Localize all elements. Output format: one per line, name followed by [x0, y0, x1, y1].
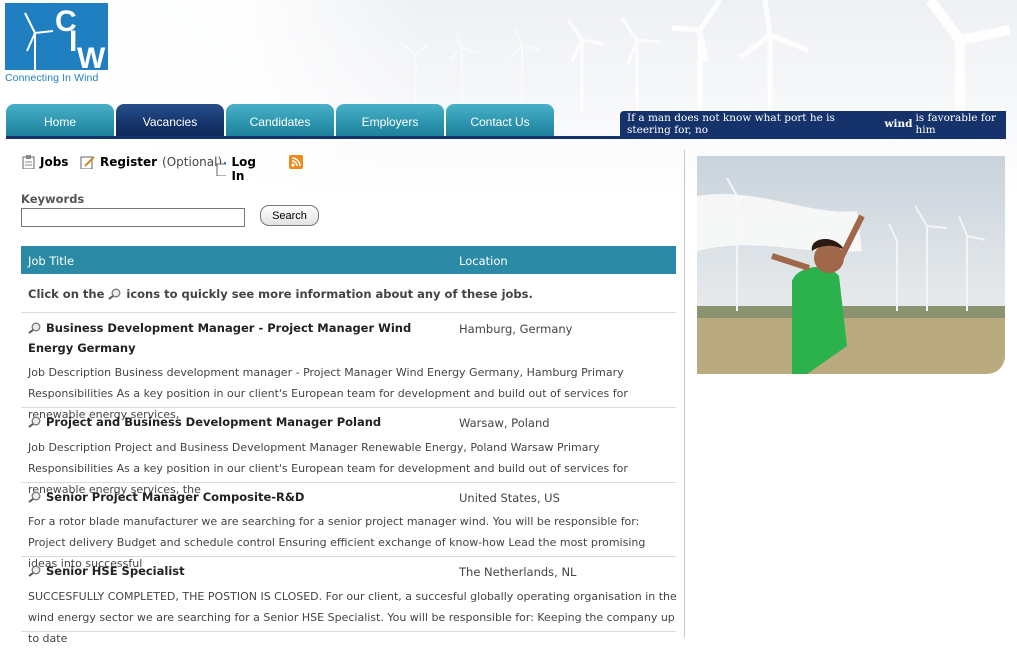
- photo-image: [697, 156, 1005, 374]
- search-button[interactable]: Search: [260, 205, 319, 226]
- job-location: Warsaw, Poland: [459, 416, 550, 430]
- register-pencil-icon: [80, 156, 95, 169]
- row-separator: [21, 312, 676, 313]
- hint-text-start: Click on the: [28, 287, 105, 301]
- quote-text-end: is favorable for him: [915, 111, 997, 136]
- rss-icon: [289, 155, 303, 169]
- keywords-input[interactable]: [21, 208, 245, 227]
- register-optional-note: (Optional): [162, 155, 223, 169]
- hint-text-end: icons to quickly see more information ab…: [126, 287, 533, 301]
- logo-tagline: Connecting In Wind: [5, 72, 99, 84]
- tab-home[interactable]: Home: [6, 104, 114, 137]
- hint-text: Click on the icons to quickly see more i…: [28, 287, 533, 301]
- magnifier-icon[interactable]: [28, 416, 42, 428]
- svg-text:W: W: [77, 42, 106, 70]
- job-title-link[interactable]: Senior HSE Specialist: [28, 561, 428, 581]
- job-title-link[interactable]: Senior Project Manager Composite-R&D: [28, 487, 428, 507]
- header-quote: If a man does not know what port he is s…: [620, 111, 1006, 136]
- register-link[interactable]: Register (Optional): [80, 155, 222, 169]
- job-title-text: Senior HSE Specialist: [46, 564, 185, 578]
- magnifier-icon[interactable]: [28, 491, 42, 503]
- quote-text-start: If a man does not know what port he is s…: [627, 111, 835, 136]
- login-icon: [216, 162, 227, 176]
- magnifier-icon[interactable]: [28, 322, 42, 334]
- rss-link[interactable]: [289, 155, 303, 169]
- tab-candidates[interactable]: Candidates: [226, 104, 334, 137]
- row-separator: [21, 631, 676, 632]
- clipboard-icon: [22, 155, 35, 169]
- column-header-job-title: Job Title: [28, 254, 75, 268]
- company-logo[interactable]: C I W: [5, 3, 108, 75]
- job-title-link[interactable]: Project and Business Development Manager…: [28, 412, 428, 432]
- woman-in-wind-photo: [697, 156, 1005, 374]
- column-header-location: Location: [459, 254, 508, 268]
- job-location: Hamburg, Germany: [459, 322, 573, 336]
- jobs-label: Jobs: [40, 155, 69, 169]
- nav-underline: [6, 136, 1006, 139]
- login-link[interactable]: Log In: [216, 155, 260, 183]
- magnifier-icon[interactable]: [28, 565, 42, 577]
- row-separator: [21, 482, 676, 483]
- row-separator: [21, 407, 676, 408]
- register-label: Register: [100, 155, 158, 169]
- job-description: SUCCESFULLY COMPLETED, THE POSTION IS CL…: [28, 590, 677, 645]
- login-label: Log In: [231, 155, 256, 183]
- keywords-label: Keywords: [21, 192, 85, 206]
- quote-text-bold: wind: [884, 117, 913, 130]
- tab-employers[interactable]: Employers: [336, 104, 444, 137]
- logo-image: C I W: [24, 5, 106, 75]
- tab-contact-us[interactable]: Contact Us: [446, 104, 554, 137]
- jobs-link[interactable]: Jobs: [22, 155, 68, 169]
- job-location: United States, US: [459, 491, 560, 505]
- jobs-table-header: Job Title Location: [21, 246, 676, 274]
- job-title-text: Business Development Manager - Project M…: [28, 321, 412, 355]
- row-separator: [21, 556, 676, 557]
- job-location: The Netherlands, NL: [459, 565, 577, 579]
- job-title-text: Senior Project Manager Composite-R&D: [46, 490, 305, 504]
- column-divider: [684, 150, 685, 638]
- job-title-text: Project and Business Development Manager…: [46, 415, 382, 429]
- magnifier-icon: [108, 288, 121, 300]
- job-title-link[interactable]: Business Development Manager - Project M…: [28, 318, 428, 358]
- tab-vacancies[interactable]: Vacancies: [116, 104, 224, 137]
